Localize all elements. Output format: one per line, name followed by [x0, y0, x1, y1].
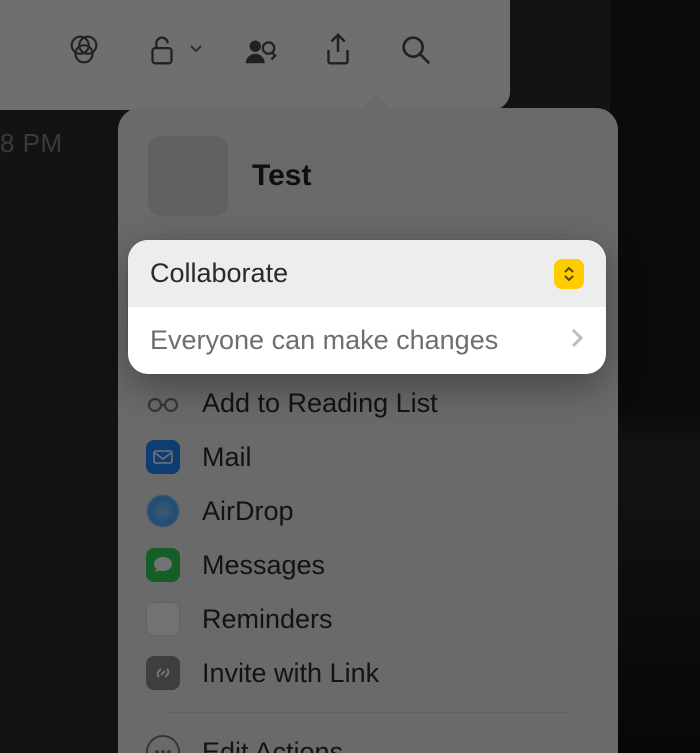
divider — [164, 712, 572, 713]
share-target-reminders[interactable]: Reminders — [138, 592, 598, 646]
permissions-row[interactable]: Everyone can make changes — [128, 307, 606, 374]
search-icon[interactable] — [394, 28, 438, 72]
share-popover: Test Add to Reading List Mail AirDrop — [118, 108, 618, 753]
window-toolbar — [0, 0, 510, 110]
chevron-right-icon — [570, 325, 584, 356]
chevron-down-icon[interactable] — [188, 40, 204, 61]
mail-icon — [146, 440, 180, 474]
share-mode-selector[interactable]: Collaborate — [128, 240, 606, 307]
timestamp: 8 PM — [0, 128, 63, 159]
share-target-label: AirDrop — [202, 496, 294, 527]
permissions-label: Everyone can make changes — [150, 325, 498, 356]
glasses-icon — [146, 386, 180, 420]
share-target-label: Mail — [202, 442, 252, 473]
airdrop-icon — [146, 494, 180, 528]
share-target-invite-link[interactable]: Invite with Link — [138, 646, 598, 700]
reminders-icon — [146, 602, 180, 636]
lock-open-icon[interactable] — [140, 28, 184, 72]
share-target-label: Messages — [202, 550, 325, 581]
share-target-label: Invite with Link — [202, 658, 379, 689]
share-target-mail[interactable]: Mail — [138, 430, 598, 484]
share-target-label: Reminders — [202, 604, 333, 635]
share-target-airdrop[interactable]: AirDrop — [138, 484, 598, 538]
ellipsis-circle-icon — [146, 735, 180, 753]
collaborate-icon[interactable] — [238, 28, 282, 72]
share-icon[interactable] — [316, 28, 360, 72]
document-title: Test — [252, 159, 311, 193]
updown-stepper-icon[interactable] — [554, 259, 584, 289]
share-target-reading-list[interactable]: Add to Reading List — [138, 376, 598, 430]
link-icon — [146, 656, 180, 690]
share-mode-label: Collaborate — [150, 258, 288, 289]
document-thumbnail — [148, 136, 228, 216]
share-target-messages[interactable]: Messages — [138, 538, 598, 592]
color-filters-icon[interactable] — [62, 28, 106, 72]
share-target-label: Add to Reading List — [202, 388, 438, 419]
share-settings-card: Collaborate Everyone can make changes — [128, 240, 606, 374]
edit-actions-button[interactable]: Edit Actions… — [138, 725, 598, 753]
edit-actions-label: Edit Actions… — [202, 737, 370, 753]
messages-icon — [146, 548, 180, 582]
